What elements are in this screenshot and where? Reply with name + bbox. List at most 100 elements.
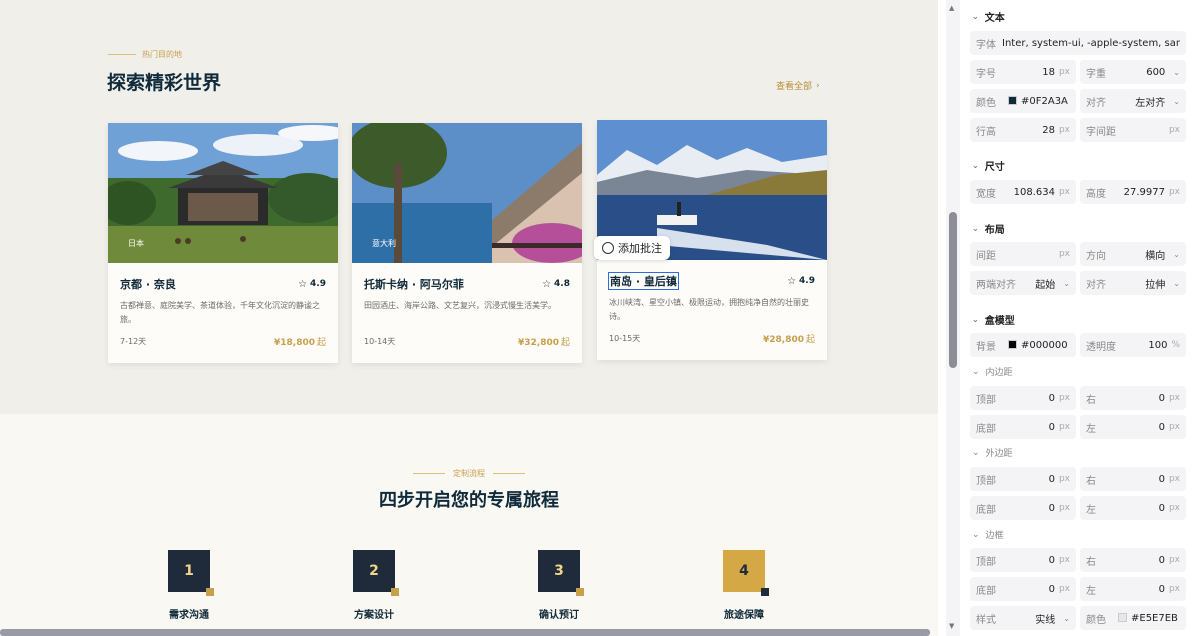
price-suffix: 起 [316, 338, 326, 348]
padding-left-field[interactable]: 左 0 px [1080, 415, 1186, 439]
step-label: 旅途保障 [724, 610, 764, 621]
border-bottom-field[interactable]: 底部 0 px [970, 577, 1076, 601]
field-label: 顶部 [976, 475, 996, 487]
unit-label: px [1058, 503, 1070, 513]
border-subheader[interactable]: ⌄ 边框 [972, 528, 1004, 542]
width-value: 108.634 [1013, 186, 1055, 198]
explore-heading: 探索精彩世界 [107, 72, 222, 94]
width-field[interactable]: 宽度 108.634 px [970, 180, 1076, 204]
field-label: 右 [1086, 394, 1096, 406]
explore-eyebrow: 热门目的地 [108, 49, 182, 60]
font-weight-value: 600 [1146, 66, 1166, 78]
direction-select[interactable]: 方向 横向 ⌄ [1080, 242, 1186, 266]
rating-value: 4.9 [799, 276, 815, 286]
padding-right-field[interactable]: 右 0 px [1080, 386, 1186, 410]
card-price: ¥18,800 起 [274, 335, 326, 348]
font-weight-select[interactable]: 字重 600 ⌄ [1080, 60, 1186, 84]
card-duration: 10-15天 [609, 334, 641, 343]
border-left-field[interactable]: 左 0 px [1080, 577, 1186, 601]
text-align-select[interactable]: 对齐 左对齐 ⌄ [1080, 89, 1186, 113]
font-family-field[interactable]: 字体 Inter, system-ui, -apple-system, san [970, 31, 1186, 55]
layout-section-header[interactable]: ⌄ 布局 [972, 221, 1005, 236]
justify-select[interactable]: 两端对齐 起始 ⌄ [970, 271, 1076, 295]
height-field[interactable]: 高度 27.9977 px [1080, 180, 1186, 204]
text-section-header[interactable]: ⌄ 文本 [972, 9, 1005, 24]
size-section-header[interactable]: ⌄ 尺寸 [972, 158, 1005, 173]
horizontal-scrollbar[interactable] [0, 629, 930, 636]
field-label: 右 [1086, 475, 1096, 487]
gap-field[interactable]: 间距 px [970, 242, 1076, 266]
align-items-value: 拉伸 [1145, 279, 1166, 291]
field-label: 字体 [976, 39, 996, 51]
scrollbar-thumb[interactable] [949, 212, 957, 368]
card-price: ¥28,800 起 [763, 332, 815, 345]
unit-label: px [1168, 474, 1180, 484]
border-color-field[interactable]: 颜色 #E5E7EB [1080, 606, 1186, 630]
opacity-field[interactable]: 透明度 100 % [1080, 333, 1186, 357]
color-swatch[interactable] [1118, 613, 1127, 622]
view-all-link[interactable]: 查看全部 › [776, 79, 820, 93]
scroll-up-icon[interactable]: ▲ [949, 4, 954, 12]
field-label: 颜色 [1086, 614, 1106, 626]
unit-label: px [1168, 503, 1180, 513]
field-label: 左 [1086, 504, 1096, 516]
step-number: 4 [739, 563, 749, 579]
corner-accent [206, 588, 214, 596]
margin-subheader[interactable]: ⌄ 外边距 [972, 446, 1013, 460]
border-style-select[interactable]: 样式 实线 ⌄ [970, 606, 1076, 630]
step-2: 2 方案设计 [344, 550, 404, 621]
margin-left-field[interactable]: 左 0 px [1080, 496, 1186, 520]
background-color-field[interactable]: 背景 #000000 [970, 333, 1076, 357]
padding-subheader[interactable]: ⌄ 内边距 [972, 365, 1013, 379]
padding-bottom-field[interactable]: 底部 0 px [970, 415, 1076, 439]
field-label: 右 [1086, 556, 1096, 568]
margin-top-field[interactable]: 顶部 0 px [970, 467, 1076, 491]
chevron-down-icon: ⌄ [1173, 249, 1180, 259]
unit-label: px [1168, 584, 1180, 594]
step-number-box: 1 [168, 550, 214, 596]
box-model-section-header[interactable]: ⌄ 盒模型 [972, 312, 1015, 327]
corner-accent [576, 588, 584, 596]
align-items-select[interactable]: 对齐 拉伸 ⌄ [1080, 271, 1186, 295]
step-number-box: 4 [723, 550, 769, 596]
destination-card-tuscany[interactable]: 意大利 托斯卡纳 · 阿马尔菲 ☆ 4.8 田园酒庄、海岸公路、文艺复兴，沉浸式慢… [352, 123, 582, 363]
explore-section: 热门目的地 探索精彩世界 查看全部 › 日本 京都 · 奈良 ☆ 4.9 古都禅… [0, 0, 938, 414]
font-size-field[interactable]: 字号 18 px [970, 60, 1076, 84]
margin-bottom-field[interactable]: 底部 0 px [970, 496, 1076, 520]
step-number-box: 2 [353, 550, 399, 596]
unit-label: px [1058, 584, 1070, 594]
price-suffix: 起 [560, 338, 570, 348]
field-label: 对齐 [1086, 279, 1106, 291]
chevron-down-icon: ⌄ [1173, 278, 1180, 288]
color-swatch[interactable] [1008, 96, 1017, 105]
add-annotation-label: 添加批注 [618, 242, 662, 255]
destination-card-kyoto[interactable]: 日本 京都 · 奈良 ☆ 4.9 古都禅意、庭院美学、茶道体验，千年文化沉淀的静谧… [108, 123, 338, 363]
line-height-field[interactable]: 行高 28 px [970, 118, 1076, 142]
step-1: 1 需求沟通 [159, 550, 219, 621]
border-right-field[interactable]: 右 0 px [1080, 548, 1186, 572]
unit-label: px [1058, 555, 1070, 565]
step-3: 3 确认预订 [529, 550, 589, 621]
price-value: ¥18,800 [273, 338, 315, 348]
padding-top-field[interactable]: 顶部 0 px [970, 386, 1076, 410]
card-image-tuscany: 意大利 [352, 123, 582, 263]
chevron-down-icon: ⌄ [1173, 96, 1180, 106]
color-swatch[interactable] [1008, 340, 1017, 349]
height-value: 27.9977 [1123, 186, 1165, 198]
step-number: 2 [369, 563, 379, 579]
field-value: 0 [1048, 502, 1055, 514]
rating-value: 4.8 [554, 279, 570, 289]
field-label: 背景 [976, 341, 996, 353]
vertical-scrollbar[interactable]: ▲ ▼ [946, 0, 960, 636]
card-title-selected[interactable]: 南岛 · 皇后镇 [608, 272, 679, 290]
scroll-down-icon[interactable]: ▼ [949, 622, 954, 630]
explore-eyebrow-text: 热门目的地 [142, 50, 182, 59]
text-color-field[interactable]: 颜色 #0F2A3A [970, 89, 1076, 113]
unit-label: px [1058, 249, 1070, 259]
margin-right-field[interactable]: 右 0 px [1080, 467, 1186, 491]
add-annotation-button[interactable]: 添加批注 [594, 236, 670, 260]
font-family-value: Inter, system-ui, -apple-system, san [1002, 37, 1180, 49]
letter-spacing-field[interactable]: 字间距 px [1080, 118, 1186, 142]
unit-label: px [1058, 393, 1070, 403]
border-top-field[interactable]: 顶部 0 px [970, 548, 1076, 572]
